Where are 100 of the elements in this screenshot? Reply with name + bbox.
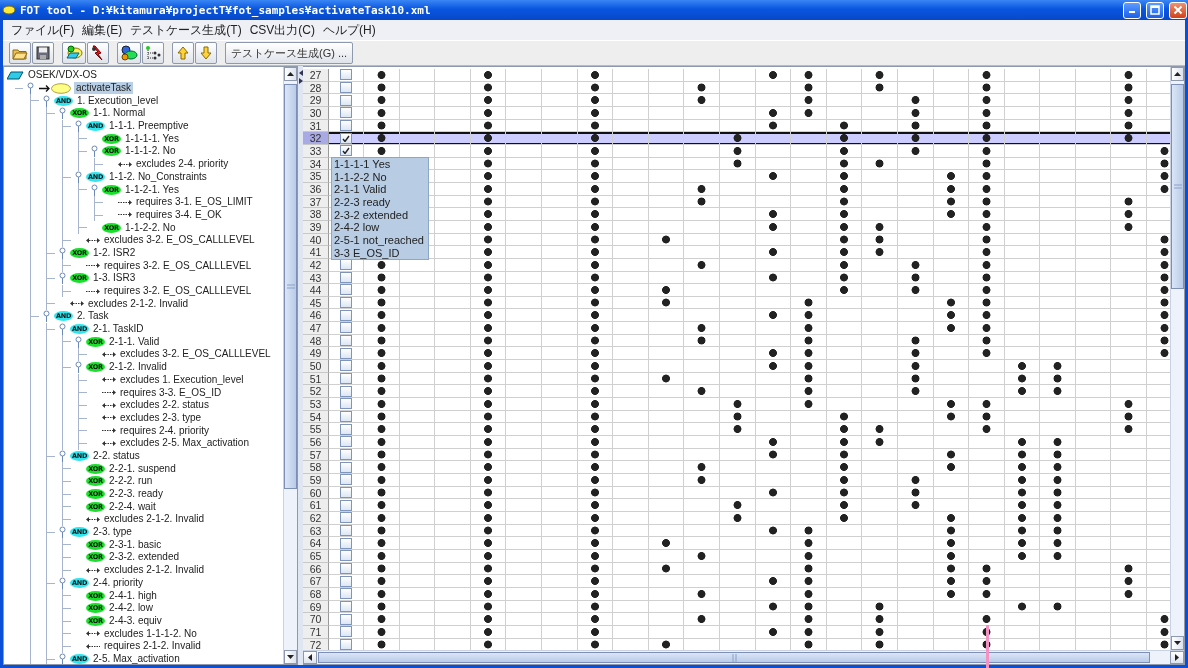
row-checkbox[interactable] bbox=[340, 499, 352, 511]
tree-node-label[interactable]: 2-2-2. run bbox=[107, 475, 155, 488]
table-row[interactable] bbox=[329, 511, 1170, 525]
table-row[interactable] bbox=[329, 347, 1170, 361]
row-checkbox[interactable] bbox=[340, 335, 352, 347]
row-checkbox[interactable] bbox=[340, 588, 352, 600]
tree-node-label[interactable]: 2-4-2. low bbox=[107, 602, 155, 615]
table-row[interactable] bbox=[329, 562, 1170, 576]
table-row[interactable] bbox=[329, 613, 1170, 626]
expand-handle[interactable] bbox=[57, 576, 67, 589]
row-checkbox[interactable] bbox=[340, 398, 352, 410]
tree-node-label[interactable]: 1-1-1-2. No bbox=[123, 145, 178, 158]
row-checkbox[interactable] bbox=[340, 449, 352, 460]
row-checkbox[interactable] bbox=[340, 284, 352, 296]
table-row[interactable] bbox=[329, 94, 1170, 107]
tree-node-label[interactable]: 1. Execution_level bbox=[75, 94, 161, 107]
row-checkbox[interactable] bbox=[340, 82, 352, 93]
expand-handle[interactable] bbox=[41, 310, 51, 323]
row-checkbox[interactable] bbox=[340, 626, 352, 638]
expand-handle[interactable] bbox=[57, 246, 67, 259]
tree-node-label[interactable]: 2-1-1. Valid bbox=[107, 335, 162, 348]
row-checkbox[interactable] bbox=[340, 474, 352, 486]
tree-node-label[interactable]: 2-1. TaskID bbox=[91, 323, 146, 336]
horizontal-scrollbar[interactable] bbox=[303, 650, 1184, 664]
table-row[interactable] bbox=[329, 448, 1170, 462]
vertical-scrollbar[interactable] bbox=[1170, 67, 1184, 650]
table-row[interactable] bbox=[329, 334, 1170, 348]
constraint-label[interactable]: excludes 2-2. status bbox=[118, 399, 211, 412]
constraint-label[interactable]: excludes 2-1-2. Invalid bbox=[102, 513, 207, 526]
row-checkbox[interactable] bbox=[340, 487, 352, 498]
tree-node-label[interactable]: 2-3-2. extended bbox=[107, 551, 182, 564]
row-checkbox[interactable] bbox=[340, 69, 352, 81]
expand-handle[interactable] bbox=[73, 335, 83, 348]
constraint-label[interactable]: requires 2-4. priority bbox=[118, 424, 211, 437]
tree-node-label[interactable]: 2-2-1. suspend bbox=[107, 462, 178, 475]
constraint-label[interactable]: excludes 2-1-2. Invalid bbox=[86, 297, 191, 310]
row-checkbox[interactable] bbox=[340, 461, 352, 473]
expand-handle[interactable] bbox=[57, 272, 67, 285]
tree-node-label[interactable]: 2-4. priority bbox=[91, 576, 145, 589]
row-checkbox[interactable] bbox=[340, 145, 352, 157]
generate-button[interactable]: テストケース生成(G) ... bbox=[225, 42, 354, 64]
table-row[interactable] bbox=[329, 106, 1170, 120]
constraint-label[interactable]: excludes 2-1-2. Invalid bbox=[102, 564, 207, 577]
move-up-button[interactable] bbox=[172, 42, 194, 64]
tree-node-label[interactable]: 2. Task bbox=[75, 310, 111, 323]
expand-handle[interactable] bbox=[41, 94, 51, 107]
table-row[interactable] bbox=[329, 271, 1170, 285]
row-checkbox[interactable] bbox=[340, 347, 352, 359]
constraint-label[interactable]: excludes 1-1-1-2. No bbox=[102, 627, 199, 640]
table-row[interactable] bbox=[329, 398, 1170, 411]
maximize-button[interactable] bbox=[1146, 1, 1164, 19]
row-checkbox[interactable] bbox=[340, 411, 352, 423]
tree-node-label[interactable]: 1-1-1-1. Yes bbox=[123, 132, 181, 145]
expand-handle[interactable] bbox=[57, 323, 67, 336]
tree-node-label[interactable]: 1-1-2. No_Constraints bbox=[107, 170, 209, 183]
table-row[interactable] bbox=[329, 360, 1170, 373]
table-row[interactable] bbox=[329, 461, 1170, 474]
menu-item[interactable]: ファイル(F) bbox=[8, 22, 78, 38]
table-row[interactable] bbox=[329, 587, 1170, 601]
row-checkbox[interactable] bbox=[340, 385, 352, 397]
table-row[interactable] bbox=[329, 474, 1170, 487]
table-row[interactable] bbox=[329, 322, 1170, 335]
constraint-label[interactable]: requires 3-4. E_OK bbox=[134, 208, 224, 221]
save-button[interactable] bbox=[32, 42, 54, 64]
expand-handle[interactable] bbox=[57, 449, 67, 462]
table-row[interactable] bbox=[329, 309, 1170, 323]
tree-node-label[interactable]: OSEK/VDX-OS bbox=[26, 69, 99, 82]
expand-handle[interactable] bbox=[89, 145, 99, 158]
row-checkbox[interactable] bbox=[340, 550, 352, 562]
row-checkbox[interactable] bbox=[340, 575, 352, 587]
scrollbar-thumb[interactable] bbox=[284, 84, 297, 489]
table-row[interactable] bbox=[329, 144, 1170, 158]
table-row[interactable] bbox=[329, 600, 1170, 614]
vertical-scrollbar[interactable] bbox=[283, 67, 297, 664]
scrollbar-thumb[interactable] bbox=[1171, 84, 1184, 289]
row-checkbox[interactable] bbox=[340, 132, 352, 144]
row-checkbox[interactable] bbox=[340, 271, 352, 283]
row-checkbox[interactable] bbox=[340, 537, 352, 549]
row-checkbox[interactable] bbox=[340, 423, 352, 435]
tree-node-label[interactable]: 1-1. Normal bbox=[91, 107, 148, 120]
table-row[interactable] bbox=[329, 625, 1170, 639]
row-checkbox[interactable] bbox=[340, 638, 352, 650]
expand-handle[interactable] bbox=[57, 526, 67, 539]
tree-view-button[interactable] bbox=[142, 42, 164, 64]
move-down-button[interactable] bbox=[195, 42, 217, 64]
table-row[interactable] bbox=[329, 537, 1170, 550]
row-checkbox[interactable] bbox=[340, 373, 352, 385]
row-checkbox[interactable] bbox=[340, 309, 352, 321]
table-row[interactable] bbox=[329, 69, 1170, 82]
row-checkbox[interactable] bbox=[340, 436, 352, 448]
table-row[interactable] bbox=[329, 132, 1170, 145]
constraint-label[interactable]: excludes 3-2. E_OS_CALLLEVEL bbox=[102, 234, 257, 247]
table-row[interactable] bbox=[329, 385, 1170, 399]
expand-handle[interactable] bbox=[73, 120, 83, 133]
row-checkbox[interactable] bbox=[340, 322, 352, 334]
row-checkbox[interactable] bbox=[340, 512, 352, 524]
table-row[interactable] bbox=[329, 284, 1170, 297]
table-row[interactable] bbox=[329, 486, 1170, 500]
tree-node-label[interactable]: 2-3-1. basic bbox=[107, 538, 164, 551]
tree-node-label[interactable]: 1-2. ISR2 bbox=[91, 246, 138, 259]
